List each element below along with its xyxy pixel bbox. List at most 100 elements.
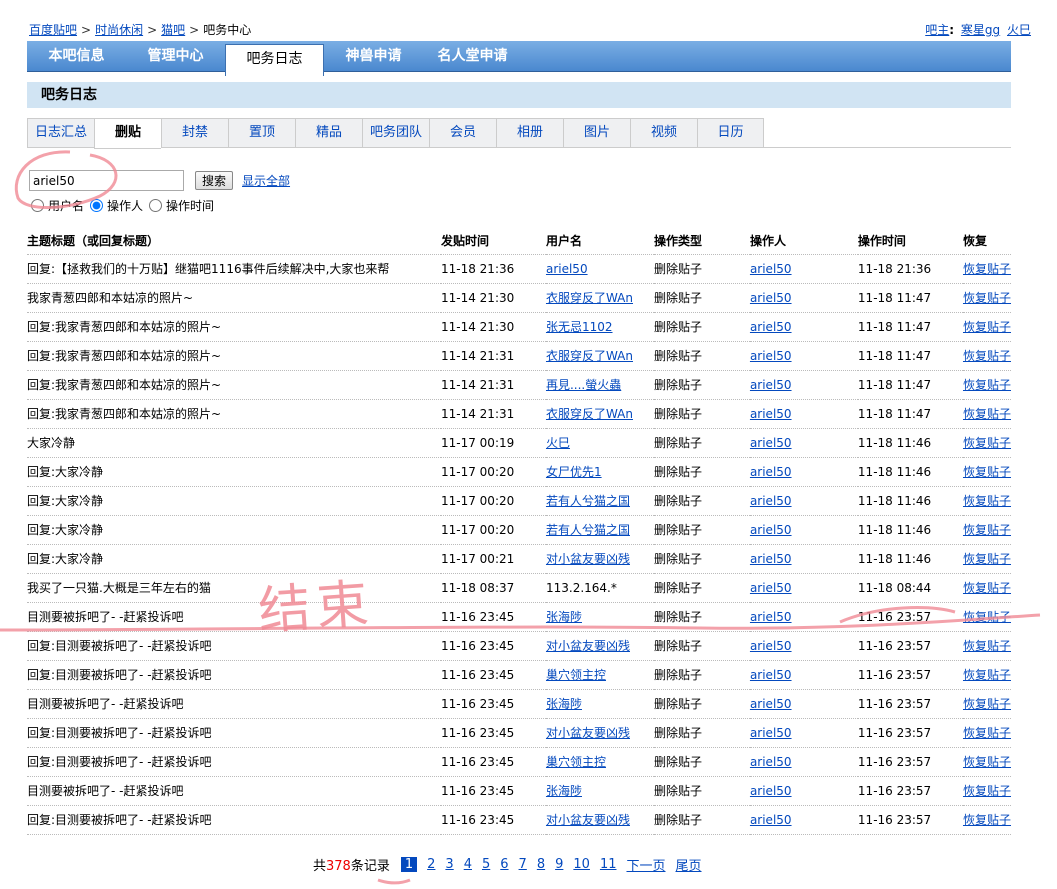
operator[interactable]: ariel50 <box>750 378 792 392</box>
username[interactable]: 对小盆友要凶残 <box>546 639 630 653</box>
subtab[interactable]: 会员 <box>429 118 496 148</box>
username[interactable]: 火巳 <box>546 436 570 450</box>
username[interactable]: ariel50 <box>546 262 588 276</box>
page-link[interactable]: 4 <box>464 857 472 872</box>
breadcrumb-forum[interactable]: 猫吧 <box>161 23 185 37</box>
operator[interactable]: ariel50 <box>750 436 792 450</box>
operator[interactable]: ariel50 <box>750 465 792 479</box>
restore-link[interactable]: 恢复贴子 <box>963 291 1011 305</box>
breadcrumb-category[interactable]: 时尚休闲 <box>95 23 143 37</box>
username[interactable]: 衣服穿反了WAn <box>546 291 633 305</box>
restore-link[interactable]: 恢复贴子 <box>963 552 1011 566</box>
restore-link[interactable]: 恢复贴子 <box>963 378 1011 392</box>
subtab[interactable]: 封禁 <box>161 118 228 148</box>
operator[interactable]: ariel50 <box>750 610 792 624</box>
restore-link[interactable]: 恢复贴子 <box>963 436 1011 450</box>
restore-link[interactable]: 恢复贴子 <box>963 320 1011 334</box>
subtab[interactable]: 吧务团队 <box>362 118 429 148</box>
restore-link[interactable]: 恢复贴子 <box>963 465 1011 479</box>
last-page-link[interactable]: 尾页 <box>676 855 702 874</box>
username[interactable]: 张无忌1102 <box>546 320 613 334</box>
restore-link[interactable]: 恢复贴子 <box>963 755 1011 769</box>
radio-operator[interactable] <box>90 199 104 212</box>
operator[interactable]: ariel50 <box>750 291 792 305</box>
username[interactable]: 巢穴领主控 <box>546 668 606 682</box>
subtab[interactable]: 视频 <box>630 118 697 148</box>
page-link[interactable]: 9 <box>555 857 563 872</box>
page-link[interactable]: 11 <box>600 857 617 872</box>
username[interactable]: 对小盆友要凶残 <box>546 726 630 740</box>
restore-link[interactable]: 恢复贴子 <box>963 523 1011 537</box>
operator[interactable]: ariel50 <box>750 320 792 334</box>
operator[interactable]: ariel50 <box>750 523 792 537</box>
subtab[interactable]: 日志汇总 <box>27 118 94 148</box>
page-link[interactable]: 3 <box>445 857 453 872</box>
restore-link[interactable]: 恢复贴子 <box>963 726 1011 740</box>
owner-label-link[interactable]: 吧主 <box>925 23 949 37</box>
operator[interactable]: ariel50 <box>750 697 792 711</box>
username[interactable]: 对小盆友要凶残 <box>546 552 630 566</box>
operator[interactable]: ariel50 <box>750 726 792 740</box>
subtab[interactable]: 相册 <box>496 118 563 148</box>
operator[interactable]: ariel50 <box>750 813 792 827</box>
subtab[interactable]: 置顶 <box>228 118 295 148</box>
restore-link[interactable]: 恢复贴子 <box>963 668 1011 682</box>
operator[interactable]: ariel50 <box>750 639 792 653</box>
operator[interactable]: ariel50 <box>750 494 792 508</box>
owner-link[interactable]: 火巳 <box>1007 23 1031 37</box>
operator[interactable]: ariel50 <box>750 407 792 421</box>
owner-link[interactable]: 寒星gg <box>961 23 1000 37</box>
nav-tab[interactable]: 管理中心 <box>126 41 225 71</box>
restore-link[interactable]: 恢复贴子 <box>963 262 1011 276</box>
show-all-link[interactable]: 显示全部 <box>242 172 290 189</box>
page-link[interactable]: 6 <box>500 857 508 872</box>
next-page-link[interactable]: 下一页 <box>626 855 665 874</box>
page-link[interactable]: 5 <box>482 857 490 872</box>
search-button[interactable]: 搜索 <box>195 171 234 190</box>
radio-username[interactable] <box>31 199 44 212</box>
operator[interactable]: ariel50 <box>750 668 792 682</box>
radio-operate-time[interactable] <box>149 199 163 212</box>
operation-type: 删除贴子 <box>653 784 702 798</box>
operator[interactable]: ariel50 <box>750 552 792 566</box>
operator[interactable]: ariel50 <box>750 262 792 276</box>
username[interactable]: 巢穴领主控 <box>546 755 606 769</box>
username[interactable]: 若有人兮猫之国 <box>546 494 630 508</box>
nav-tab[interactable]: 吧务日志 <box>225 44 324 76</box>
operator[interactable]: ariel50 <box>750 581 792 595</box>
restore-link[interactable]: 恢复贴子 <box>963 581 1011 595</box>
username[interactable]: 对小盆友要凶残 <box>546 813 630 827</box>
username[interactable]: 衣服穿反了WAn <box>546 407 633 421</box>
page-link[interactable]: 2 <box>427 857 435 872</box>
nav-tab[interactable]: 名人堂申请 <box>423 41 522 71</box>
nav-tab[interactable]: 神兽申请 <box>324 41 423 71</box>
restore-link[interactable]: 恢复贴子 <box>963 494 1011 508</box>
subtab[interactable]: 图片 <box>563 118 630 148</box>
username[interactable]: 若有人兮猫之国 <box>546 523 630 537</box>
operator[interactable]: ariel50 <box>750 784 792 798</box>
page-link[interactable]: 10 <box>573 857 590 872</box>
restore-link[interactable]: 恢复贴子 <box>963 697 1011 711</box>
page-link[interactable]: 8 <box>537 857 545 872</box>
operator[interactable]: ariel50 <box>750 349 792 363</box>
username[interactable]: 张海陟 <box>546 784 582 798</box>
username[interactable]: 再見....螢火蟲 <box>546 378 621 392</box>
restore-link[interactable]: 恢复贴子 <box>963 349 1011 363</box>
page-link[interactable]: 7 <box>519 857 527 872</box>
username[interactable]: 张海陟 <box>546 697 582 711</box>
restore-link[interactable]: 恢复贴子 <box>963 784 1011 798</box>
operator[interactable]: ariel50 <box>750 755 792 769</box>
username[interactable]: 女尸优先1 <box>546 465 602 479</box>
restore-link[interactable]: 恢复贴子 <box>963 610 1011 624</box>
username[interactable]: 张海陟 <box>546 610 582 624</box>
breadcrumb-tieba[interactable]: 百度贴吧 <box>29 23 77 37</box>
subtab[interactable]: 精品 <box>295 118 362 148</box>
restore-link[interactable]: 恢复贴子 <box>963 813 1011 827</box>
subtab[interactable]: 日历 <box>697 118 764 148</box>
username[interactable]: 衣服穿反了WAn <box>546 349 633 363</box>
restore-link[interactable]: 恢复贴子 <box>963 407 1011 421</box>
nav-tab[interactable]: 本吧信息 <box>27 41 126 71</box>
subtab[interactable]: 删贴 <box>94 118 161 149</box>
restore-link[interactable]: 恢复贴子 <box>963 639 1011 653</box>
search-input[interactable] <box>29 170 184 191</box>
